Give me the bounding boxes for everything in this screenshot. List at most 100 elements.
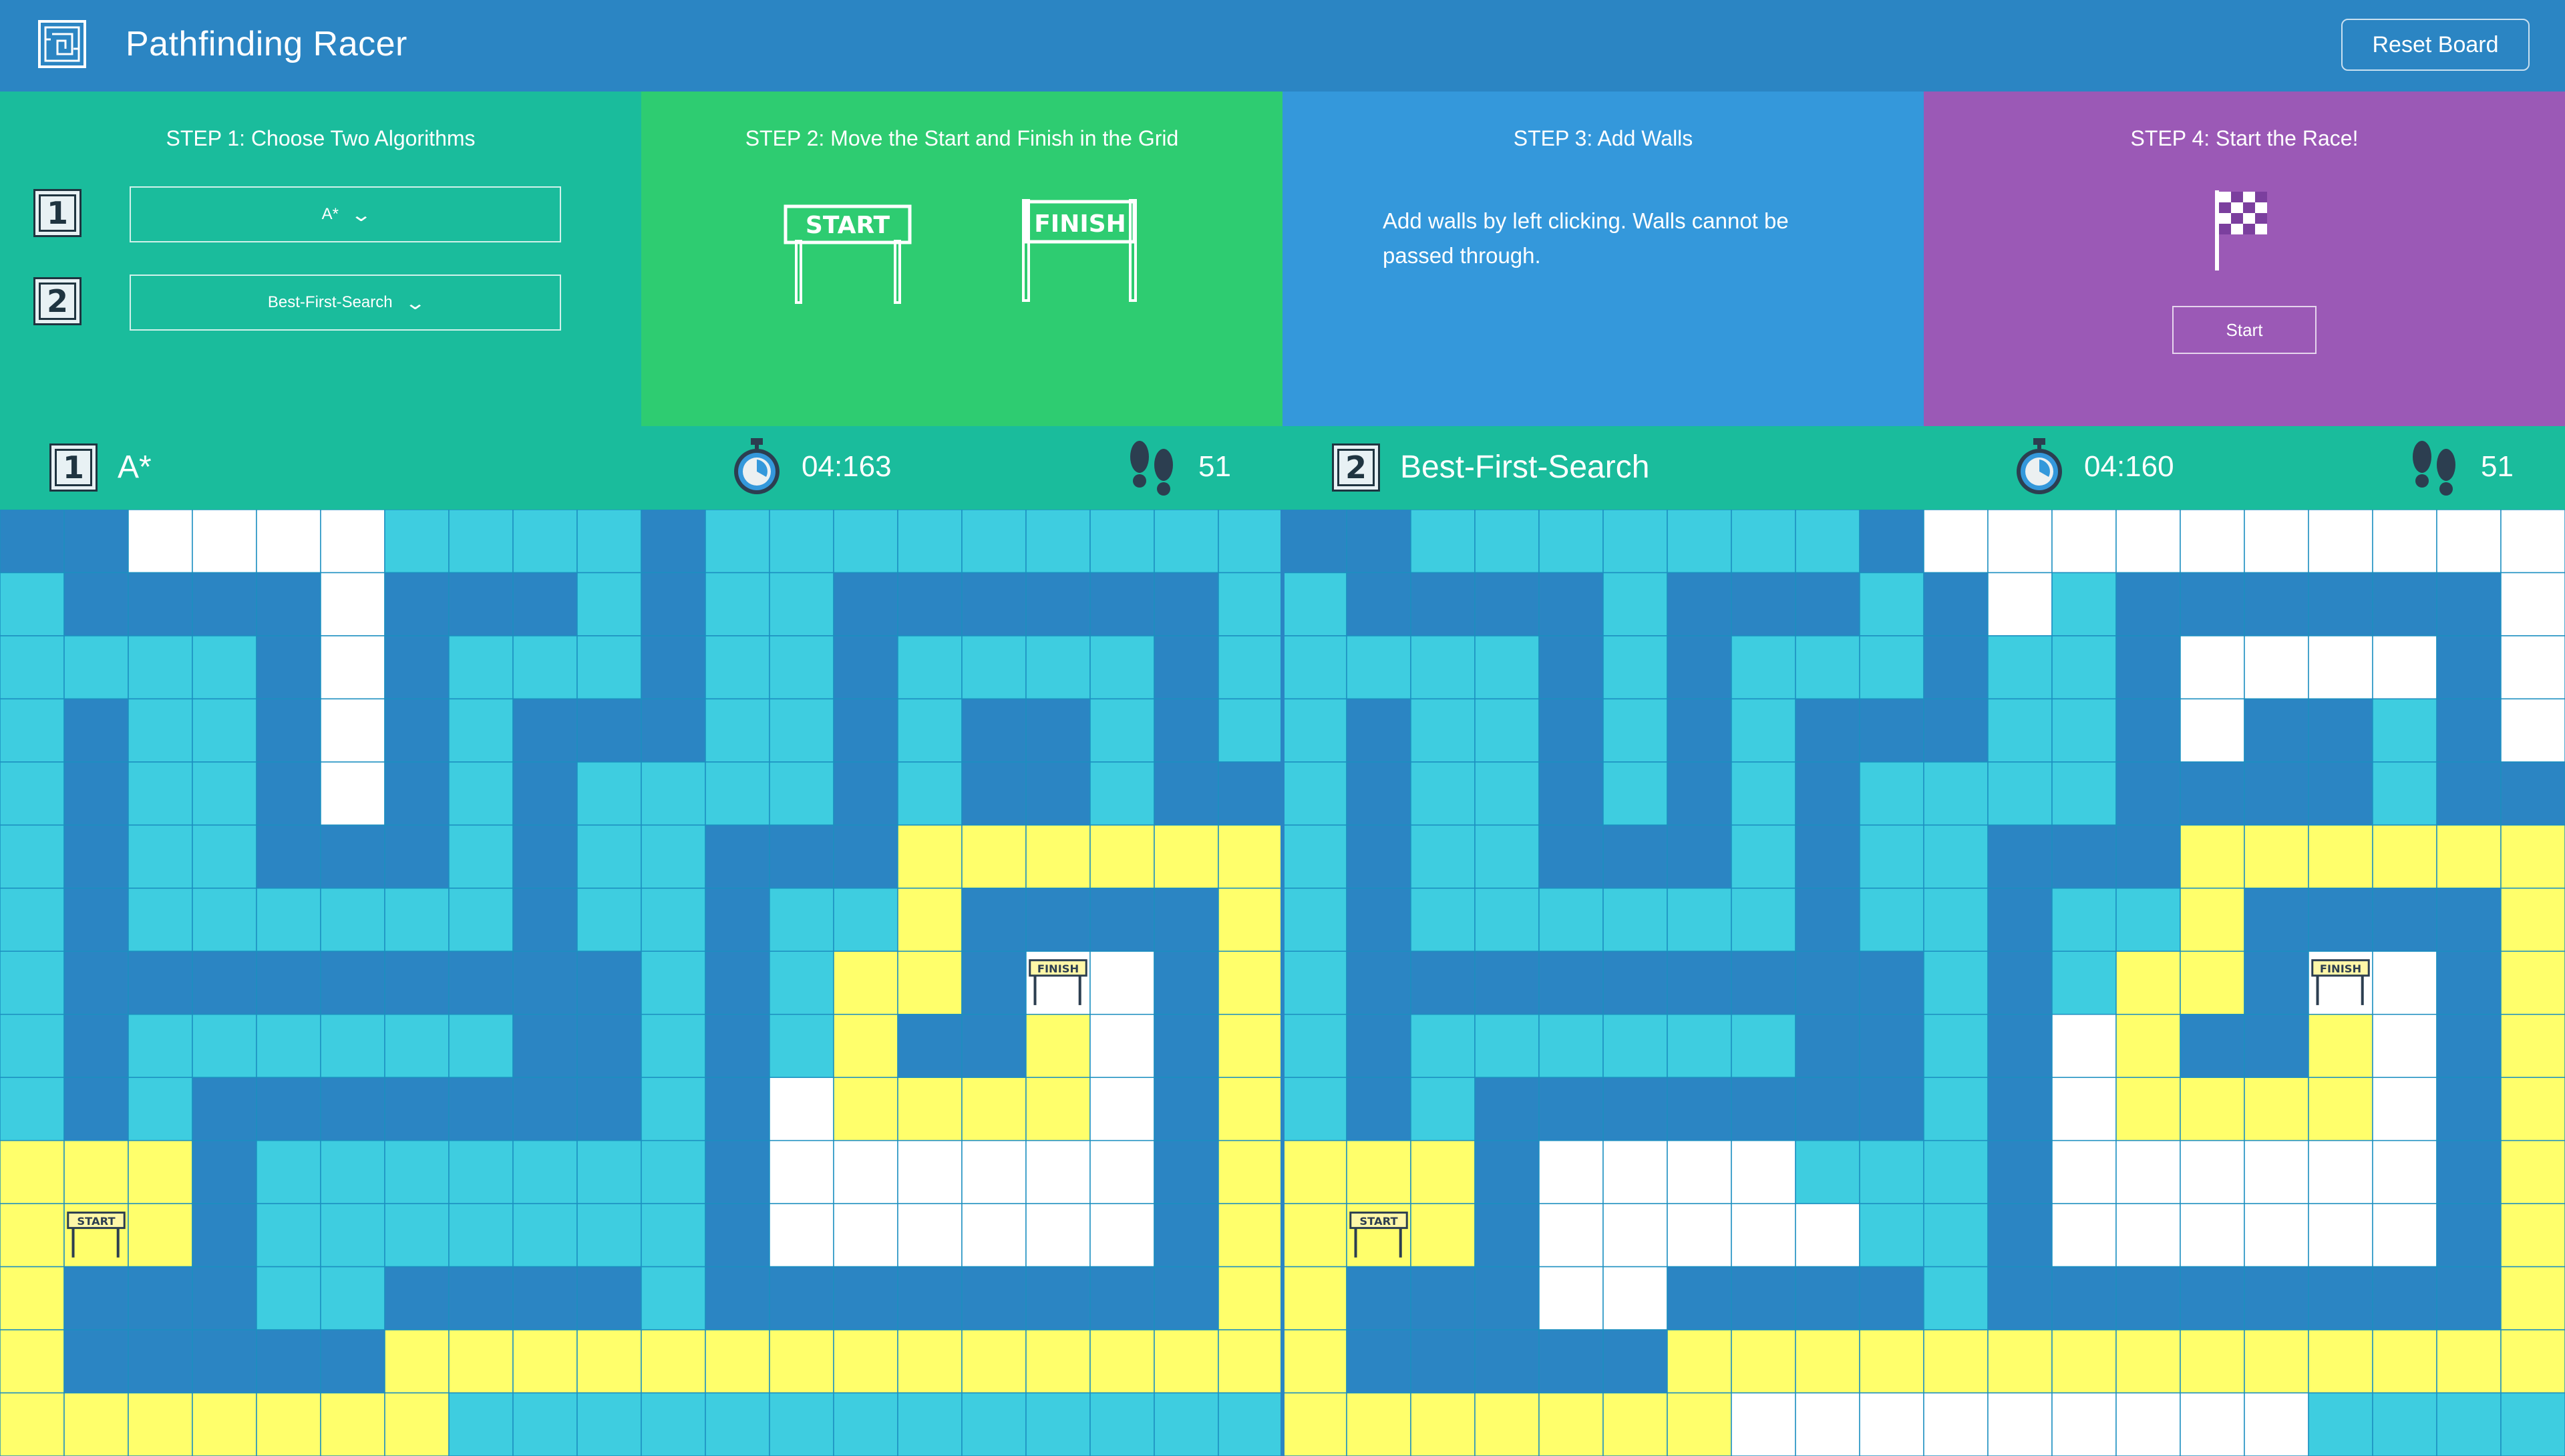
visited-cell[interactable] [1410,510,1476,574]
visited-cell[interactable] [128,1013,193,1078]
visited-cell[interactable] [1859,761,1924,826]
wall-cell[interactable] [2244,572,2309,636]
wall-cell[interactable] [1089,888,1155,952]
wall-cell[interactable] [576,698,642,763]
wall-cell[interactable] [1795,888,1860,952]
visited-cell[interactable] [1218,635,1282,700]
visited-cell[interactable] [512,1392,578,1456]
wall-cell[interactable] [1795,761,1860,826]
visited-cell[interactable] [641,1266,706,1330]
path-cell[interactable] [128,1203,193,1268]
wall-cell[interactable] [256,950,321,1015]
wall-cell[interactable] [1859,510,1924,574]
visited-cell[interactable] [576,635,642,700]
visited-cell[interactable] [961,510,1027,574]
wall-cell[interactable] [1602,1077,1668,1141]
empty-cell[interactable] [1602,1266,1668,1330]
visited-cell[interactable] [448,824,514,889]
wall-cell[interactable] [1346,1077,1411,1141]
wall-cell[interactable] [2180,1266,2245,1330]
wall-cell[interactable] [1859,1013,1924,1078]
visited-cell[interactable] [641,1139,706,1204]
visited-cell[interactable] [1282,1013,1347,1078]
visited-cell[interactable] [1218,510,1282,574]
empty-cell[interactable] [1089,1139,1155,1204]
wall-cell[interactable] [2115,635,2181,700]
wall-cell[interactable] [1538,950,1604,1015]
wall-cell[interactable] [2308,1266,2373,1330]
wall-cell[interactable] [1987,888,2053,952]
wall-cell[interactable] [2115,1266,2181,1330]
wall-cell[interactable] [1346,1329,1411,1394]
wall-cell[interactable] [256,572,321,636]
wall-cell[interactable] [833,1266,898,1330]
visited-cell[interactable] [448,761,514,826]
visited-cell[interactable] [2051,698,2117,763]
wall-cell[interactable] [63,888,129,952]
wall-cell[interactable] [769,824,834,889]
visited-cell[interactable] [2051,888,2117,952]
visited-cell[interactable] [1795,1139,1860,1204]
wall-cell[interactable] [512,888,578,952]
visited-cell[interactable] [641,761,706,826]
wall-cell[interactable] [1346,888,1411,952]
wall-cell[interactable] [384,572,450,636]
visited-cell[interactable] [705,572,770,636]
visited-cell[interactable] [641,1013,706,1078]
path-cell[interactable] [2051,1329,2117,1394]
path-cell[interactable] [833,1013,898,1078]
empty-cell[interactable] [1859,1392,1924,1456]
path-cell[interactable] [2500,1013,2565,1078]
visited-cell[interactable] [1089,1392,1155,1456]
path-cell[interactable] [2180,1077,2245,1141]
empty-cell[interactable] [2372,1013,2437,1078]
path-cell[interactable] [2500,888,2565,952]
empty-cell[interactable] [1731,1203,1796,1268]
wall-cell[interactable] [1987,1266,2053,1330]
empty-cell[interactable] [2051,1139,2117,1204]
visited-cell[interactable] [1859,824,1924,889]
empty-cell[interactable] [320,572,385,636]
wall-cell[interactable] [63,824,129,889]
empty-cell[interactable] [1923,510,1989,574]
wall-cell[interactable] [1154,888,1219,952]
visited-cell[interactable] [1859,1203,1924,1268]
visited-cell[interactable] [448,1203,514,1268]
algorithm-2-select[interactable]: Best-First-Search ⌄ [130,275,561,331]
wall-cell[interactable] [256,824,321,889]
wall-cell[interactable] [1667,761,1732,826]
visited-cell[interactable] [961,1392,1027,1456]
path-cell[interactable] [1410,1203,1476,1268]
path-cell[interactable] [833,1329,898,1394]
wall-cell[interactable] [833,824,898,889]
visited-cell[interactable] [1731,510,1796,574]
visited-cell[interactable] [1987,635,2053,700]
visited-cell[interactable] [1987,698,2053,763]
visited-cell[interactable] [769,510,834,574]
visited-cell[interactable] [1282,761,1347,826]
path-cell[interactable] [2500,1139,2565,1204]
visited-cell[interactable] [576,888,642,952]
visited-cell[interactable] [320,1203,385,1268]
wall-cell[interactable] [128,1266,193,1330]
wall-cell[interactable] [2308,572,2373,636]
wall-cell[interactable] [1154,1077,1219,1141]
wall-cell[interactable] [1859,698,1924,763]
visited-cell[interactable] [256,888,321,952]
visited-cell[interactable] [1218,698,1282,763]
wall-cell[interactable] [1731,1266,1796,1330]
wall-cell[interactable] [576,950,642,1015]
empty-cell[interactable] [1987,510,2053,574]
visited-cell[interactable] [641,1392,706,1456]
wall-cell[interactable] [192,1203,257,1268]
path-cell[interactable] [2372,1329,2437,1394]
wall-cell[interactable] [192,1266,257,1330]
visited-cell[interactable] [0,635,65,700]
wall-cell[interactable] [384,1077,450,1141]
visited-cell[interactable] [192,698,257,763]
empty-cell[interactable] [1667,1139,1732,1204]
wall-cell[interactable] [512,1266,578,1330]
visited-cell[interactable] [2051,950,2117,1015]
empty-cell[interactable] [897,1203,963,1268]
visited-cell[interactable] [256,1266,321,1330]
